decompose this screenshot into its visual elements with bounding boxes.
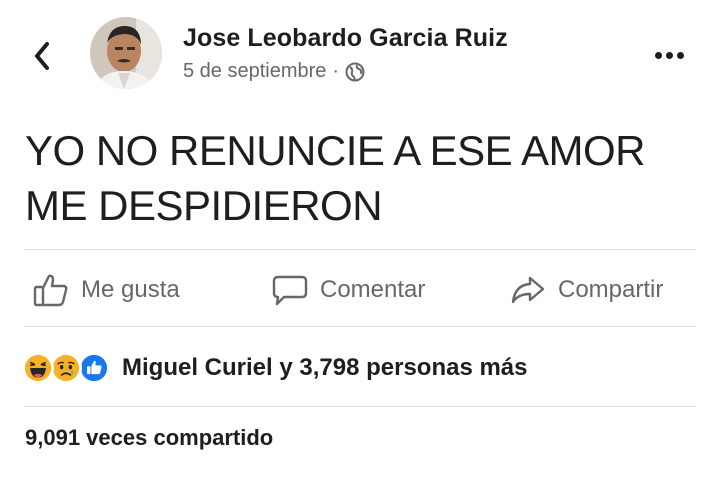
like-button[interactable]: Me gusta — [33, 262, 180, 318]
post-text-line: YO NO RENUNCIE A ESE AMOR — [25, 127, 645, 174]
avatar[interactable] — [90, 17, 162, 89]
meta-separator: · — [332, 60, 340, 82]
sad-emoji-icon — [50, 352, 82, 384]
reactions-summary[interactable]: Miguel Curiel y 3,798 personas más — [22, 348, 528, 388]
share-button[interactable]: Compartir — [510, 262, 663, 318]
like-reaction-icon — [78, 352, 110, 384]
back-button[interactable] — [30, 36, 54, 76]
post-header: Jose Leobardo Garcia Ruiz 5 de septiembr… — [0, 0, 707, 100]
share-label: Compartir — [558, 276, 664, 303]
divider — [25, 326, 695, 327]
more-dot-icon — [655, 52, 662, 59]
more-options-button[interactable] — [655, 52, 684, 59]
divider — [25, 406, 695, 407]
shares-count[interactable]: 9,091 veces compartido — [25, 425, 273, 451]
comment-icon — [272, 275, 308, 306]
more-dot-icon — [677, 52, 684, 59]
action-bar: Me gusta Comentar Compartir — [0, 262, 707, 318]
post-meta: 5 de septiembre · — [183, 60, 365, 83]
post-text: YO NO RENUNCIE A ESE AMOR ME DESPIDIERON — [25, 123, 695, 233]
post-date[interactable]: 5 de septiembre — [183, 60, 326, 83]
divider — [25, 249, 695, 250]
comment-button[interactable]: Comentar — [272, 262, 425, 318]
thumbs-up-icon — [33, 274, 68, 307]
comment-label: Comentar — [320, 276, 426, 303]
reactions-count[interactable]: Miguel Curiel y 3,798 personas más — [122, 354, 528, 382]
haha-emoji-icon — [22, 352, 54, 384]
post-text-line: ME DESPIDIERON — [25, 182, 383, 229]
profile-photo-icon — [90, 17, 162, 89]
author-name[interactable]: Jose Leobardo Garcia Ruiz — [183, 24, 508, 53]
globe-icon — [345, 62, 365, 81]
more-dot-icon — [666, 52, 673, 59]
share-icon — [511, 276, 545, 304]
back-arrow-icon — [35, 42, 49, 70]
reaction-icons — [22, 350, 118, 386]
like-label: Me gusta — [81, 276, 180, 303]
